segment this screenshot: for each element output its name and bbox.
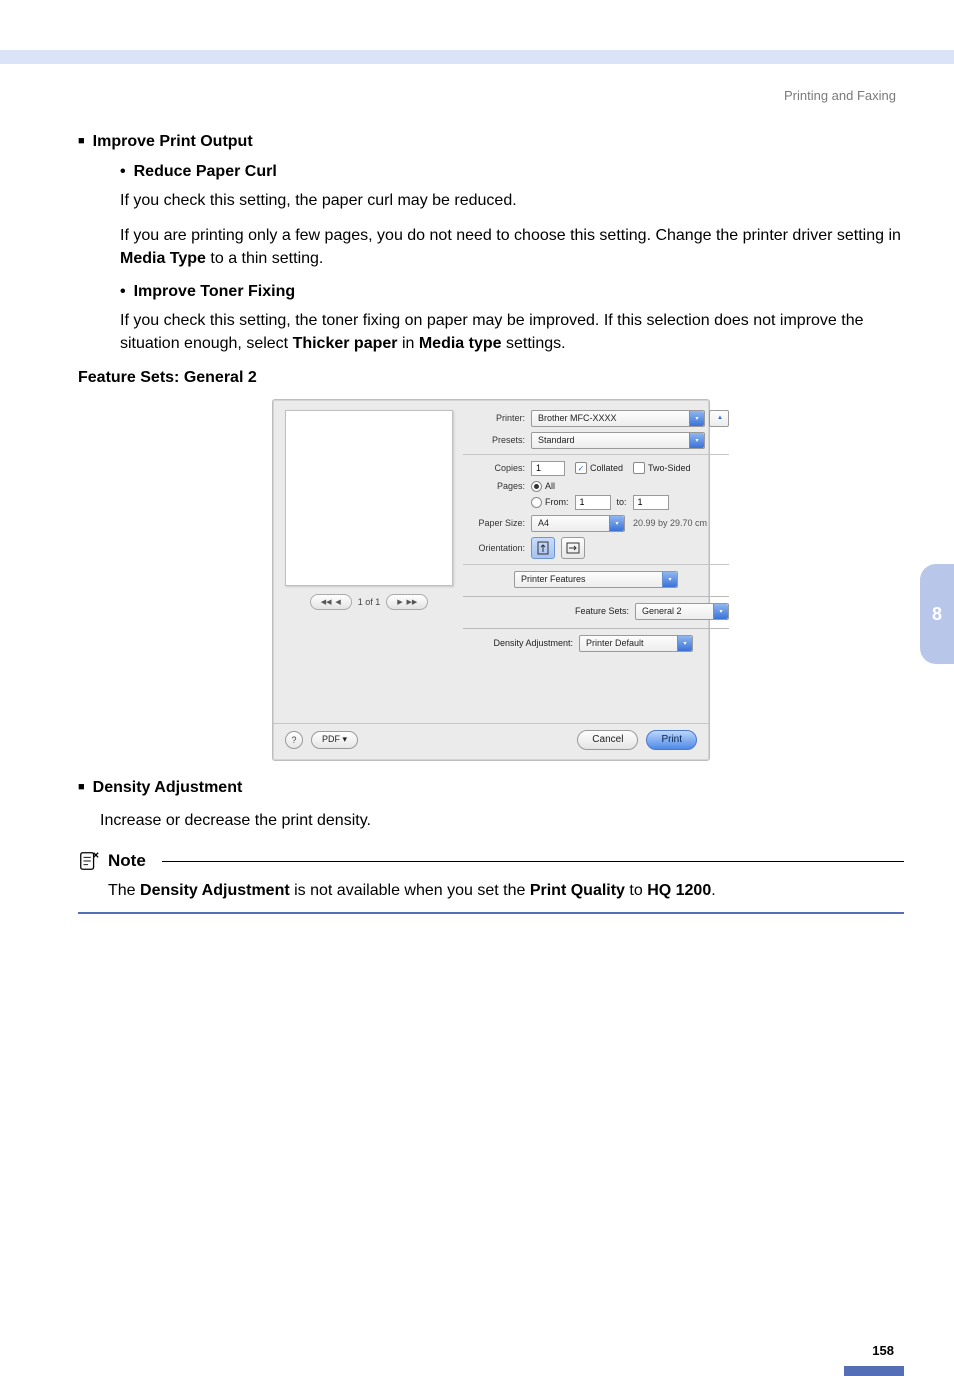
panel-select[interactable]: Printer Features ▾ bbox=[514, 571, 678, 588]
text-bold: Thicker paper bbox=[293, 335, 398, 352]
chapter-tab: 8 bbox=[920, 564, 954, 664]
pdf-menu-button[interactable]: PDF ▾ bbox=[311, 731, 358, 749]
preview-pane: ◀◀ ◀ 1 of 1 ▶ ▶▶ bbox=[285, 410, 453, 717]
chevron-updown-icon: ▾ bbox=[713, 604, 728, 619]
print-dialog: ◀◀ ◀ 1 of 1 ▶ ▶▶ Printer: Brother MFC-XX… bbox=[272, 399, 710, 761]
feature-sets-select[interactable]: General 2 ▾ bbox=[635, 603, 729, 620]
printer-value: Brother MFC-XXXX bbox=[538, 413, 617, 423]
portrait-icon bbox=[537, 541, 549, 555]
text: is not available when you set the bbox=[290, 882, 530, 899]
pages-all-radio[interactable] bbox=[531, 481, 542, 492]
paper-dimensions: 20.99 by 29.70 cm bbox=[633, 518, 707, 528]
pages-to-label: to: bbox=[617, 497, 627, 507]
note-body: The Density Adjustment is not available … bbox=[78, 872, 904, 914]
label-feature-sets: Feature Sets: bbox=[575, 606, 635, 616]
heading-improve-toner-fixing: Improve Toner Fixing bbox=[120, 283, 904, 301]
copies-input[interactable] bbox=[531, 461, 565, 476]
orientation-portrait-button[interactable] bbox=[531, 537, 555, 559]
pager-next-buttons[interactable]: ▶ ▶▶ bbox=[386, 594, 428, 610]
text-reduce-2: If you are printing only a few pages, yo… bbox=[120, 224, 904, 270]
collated-checkbox[interactable]: ✓ bbox=[575, 462, 587, 474]
text-bold: HQ 1200 bbox=[647, 882, 711, 899]
top-accent-bar bbox=[0, 0, 954, 64]
help-icon: ? bbox=[291, 735, 296, 745]
panel-value: Printer Features bbox=[521, 574, 586, 584]
text-toner: If you check this setting, the toner fix… bbox=[120, 309, 904, 355]
paper-size-select[interactable]: A4 ▾ bbox=[531, 515, 625, 532]
text: If you are printing only a few pages, yo… bbox=[120, 227, 901, 244]
two-sided-label: Two-Sided bbox=[648, 463, 691, 473]
preview-pager: ◀◀ ◀ 1 of 1 ▶ ▶▶ bbox=[310, 594, 429, 610]
note-block: Note The Density Adjustment is not avail… bbox=[78, 850, 904, 914]
chevron-updown-icon: ▾ bbox=[689, 433, 704, 448]
pages-to-input[interactable] bbox=[633, 495, 669, 510]
heading-feature-sets: Feature Sets: General 2 bbox=[78, 369, 904, 387]
settings-pane: Printer: Brother MFC-XXXX ▾ ▲ Presets: St… bbox=[463, 410, 729, 717]
note-icon bbox=[78, 850, 100, 872]
label-density-adjustment: Density Adjustment: bbox=[463, 638, 579, 648]
page-body: Printing and Faxing Improve Print Output… bbox=[0, 64, 954, 1354]
printer-status-button[interactable]: ▲ bbox=[709, 410, 729, 427]
heading-reduce-paper-curl: Reduce Paper Curl bbox=[120, 163, 904, 181]
label-presets: Presets: bbox=[463, 435, 531, 445]
chevron-updown-icon: ▾ bbox=[662, 572, 677, 587]
printer-select[interactable]: Brother MFC-XXXX ▾ bbox=[531, 410, 705, 427]
density-adjustment-value: Printer Default bbox=[586, 638, 644, 648]
print-button[interactable]: Print bbox=[646, 730, 697, 750]
text: in bbox=[398, 335, 419, 352]
presets-select[interactable]: Standard ▾ bbox=[531, 432, 705, 449]
text: settings. bbox=[502, 335, 566, 352]
text: to bbox=[625, 882, 647, 899]
heading-improve-print-output: Improve Print Output bbox=[78, 133, 904, 151]
text-bold: Media type bbox=[419, 335, 502, 352]
density-adjustment-select[interactable]: Printer Default ▾ bbox=[579, 635, 693, 652]
pages-from-input[interactable] bbox=[575, 495, 611, 510]
note-rule bbox=[162, 861, 904, 862]
text-bold: Density Adjustment bbox=[140, 882, 290, 899]
pager-label: 1 of 1 bbox=[358, 597, 381, 607]
cancel-button[interactable]: Cancel bbox=[577, 730, 638, 750]
text: . bbox=[711, 882, 715, 899]
text: to a thin setting. bbox=[206, 250, 323, 267]
chevron-updown-icon: ▾ bbox=[609, 516, 624, 531]
text: The bbox=[108, 882, 140, 899]
text-reduce-1: If you check this setting, the paper cur… bbox=[120, 189, 904, 212]
pages-from-radio[interactable] bbox=[531, 497, 542, 508]
triangle-up-icon: ▲ bbox=[717, 415, 723, 421]
note-title: Note bbox=[108, 851, 146, 871]
chevron-updown-icon: ▾ bbox=[689, 411, 704, 426]
pdf-label: PDF ▾ bbox=[322, 734, 347, 745]
paper-size-value: A4 bbox=[538, 518, 549, 528]
collated-label: Collated bbox=[590, 463, 623, 473]
label-copies: Copies: bbox=[463, 463, 531, 473]
help-button[interactable]: ? bbox=[285, 731, 303, 749]
feature-sets-value: General 2 bbox=[642, 606, 682, 616]
chevron-updown-icon: ▾ bbox=[677, 636, 692, 651]
label-paper-size: Paper Size: bbox=[463, 518, 531, 528]
label-printer: Printer: bbox=[463, 413, 531, 423]
text-bold: Print Quality bbox=[530, 882, 625, 899]
dialog-footer: ? PDF ▾ Cancel Print bbox=[273, 724, 709, 760]
running-header: Printing and Faxing bbox=[78, 88, 904, 103]
text-bold: Media Type bbox=[120, 250, 206, 267]
cancel-label: Cancel bbox=[592, 734, 623, 745]
landscape-icon bbox=[566, 542, 580, 554]
page-number: 158 bbox=[872, 1343, 894, 1358]
pages-all-label: All bbox=[545, 481, 555, 491]
orientation-landscape-button[interactable] bbox=[561, 537, 585, 559]
page-number-accent bbox=[844, 1366, 904, 1376]
preview-page bbox=[285, 410, 453, 586]
label-pages: Pages: bbox=[463, 481, 531, 491]
two-sided-checkbox[interactable] bbox=[633, 462, 645, 474]
print-label: Print bbox=[661, 734, 682, 745]
pager-prev-buttons[interactable]: ◀◀ ◀ bbox=[310, 594, 352, 610]
text-density: Increase or decrease the print density. bbox=[100, 809, 904, 832]
pages-from-label: From: bbox=[545, 497, 569, 507]
heading-density-adjustment: Density Adjustment bbox=[78, 779, 904, 797]
label-orientation: Orientation: bbox=[463, 543, 531, 553]
presets-value: Standard bbox=[538, 435, 575, 445]
